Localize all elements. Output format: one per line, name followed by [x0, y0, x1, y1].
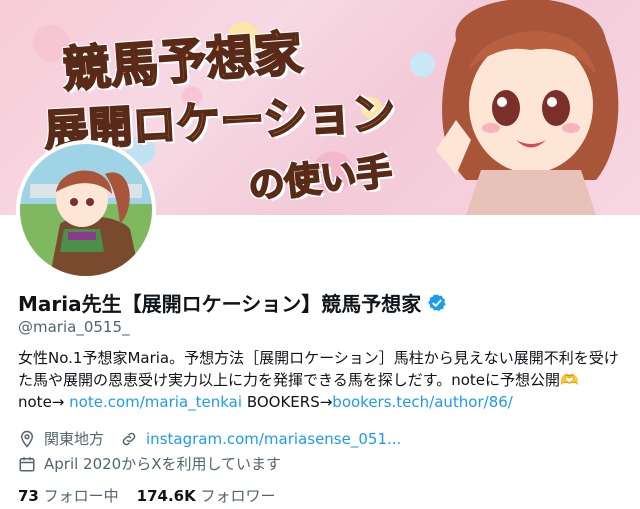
- profile-avatar[interactable]: [16, 140, 156, 280]
- bio-bookers-label: BOOKERS→: [246, 393, 333, 411]
- banner-title-line3: の使い手: [246, 151, 396, 209]
- profile-display-name: Maria先生【展開ロケーション】競馬予想家: [18, 288, 447, 317]
- bio-bookers-link[interactable]: bookers.tech/author/86/: [332, 393, 513, 411]
- avatar-illustration: [20, 144, 152, 276]
- link-icon: [122, 432, 136, 445]
- profile-meta-row: 関東地方 instagram.com/mariasense_051...: [18, 428, 401, 449]
- location-pin-icon: [20, 430, 34, 448]
- profile-website-link[interactable]: instagram.com/mariasense_051...: [146, 430, 401, 448]
- profile-location: 関東地方: [44, 430, 105, 448]
- display-name-text: Maria先生【展開ロケーション】競馬予想家: [18, 292, 422, 316]
- verified-badge-icon[interactable]: [427, 293, 447, 313]
- profile-joined-date: April 2020からXを利用しています: [44, 455, 282, 473]
- bio-note-link[interactable]: note.com/maria_tenkai: [69, 393, 242, 411]
- profile-bio: 女性No.1予想家Maria。予想方法［展開ロケーション］馬柱から見えない展開不…: [18, 347, 622, 413]
- profile-joined-row: April 2020からXを利用しています: [18, 453, 281, 474]
- followers-label: フォロワー: [200, 487, 276, 505]
- following-label: フォロー中: [43, 487, 119, 505]
- calendar-icon: [19, 456, 35, 471]
- bio-text: 女性No.1予想家Maria。予想方法［展開ロケーション］馬柱から見えない展開不…: [18, 349, 619, 389]
- followers-count: 174.6K: [136, 487, 196, 505]
- bio-note-label: note→: [18, 393, 65, 411]
- following-link[interactable]: 73 フォロー中: [18, 485, 119, 506]
- banner-character-illustration: [436, 0, 619, 215]
- follow-counts: 73 フォロー中 174.6K フォロワー: [18, 485, 276, 506]
- hands-emoji-icon: 🫶: [560, 371, 579, 389]
- profile-handle: @maria_0515_: [18, 318, 130, 336]
- followers-link[interactable]: 174.6K フォロワー: [137, 485, 276, 506]
- following-count: 73: [18, 487, 39, 505]
